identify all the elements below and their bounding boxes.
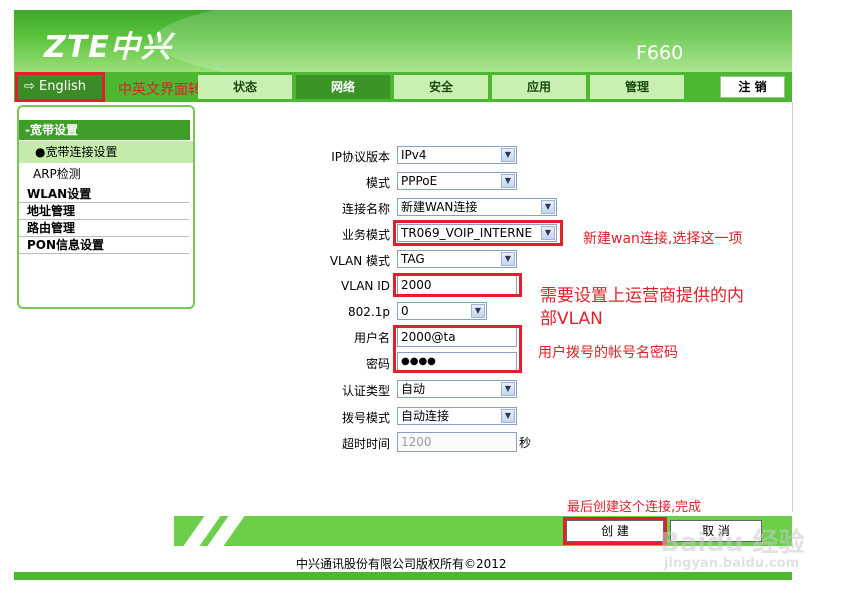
password-label: 密码 [365,357,390,371]
model-name: F660 [636,42,684,64]
timeout-input[interactable]: 1200 [397,432,517,452]
ip-version-label: IP协议版本 [331,150,390,164]
priority-label: 802.1p [348,305,390,319]
baidu-watermark: Baidu 经验 [660,528,805,558]
dial-mode-label: 拨号模式 [341,411,390,425]
language-switch-button[interactable]: ⇨ English [15,72,105,102]
mode-select[interactable]: PPPoE ▼ [397,172,517,190]
chevron-down-icon: ▼ [501,252,515,266]
sidebar-section-broadband[interactable]: -宽带设置 [19,120,190,140]
priority-value: 0 [401,304,409,318]
sidebar-item-broadband-connection[interactable]: ●宽带连接设置 [19,141,193,163]
vlan-note-line1: 需要设置上运营商提供的内 [540,286,744,306]
baidu-watermark-url: jingyan.baidu.com [664,556,800,571]
content-border [792,102,793,512]
account-highlight [393,325,522,373]
zte-logo: ZTE中兴 [44,30,172,65]
priority-select[interactable]: 0 ▼ [397,302,487,320]
chevron-down-icon: ▼ [471,304,485,318]
create-highlight [563,517,667,545]
sidebar-item-routing[interactable]: 路由管理 [19,220,189,237]
tab-network[interactable]: 网络 [296,75,390,99]
auth-type-value: 自动 [401,382,426,396]
conn-name-value: 新建WAN连接 [401,200,478,214]
dial-mode-select[interactable]: 自动连接 ▼ [397,407,517,425]
conn-name-select[interactable]: 新建WAN连接 ▼ [397,198,557,216]
timeout-unit: 秒 [519,436,532,450]
vlan-mode-label: VLAN 模式 [329,254,390,268]
mode-value: PPPoE [401,174,438,188]
service-mode-highlight [393,220,563,246]
tab-application[interactable]: 应用 [492,75,586,99]
vlan-note-line2: 部VLAN [540,309,603,329]
vlan-id-highlight [393,273,522,297]
service-mode-note: 新建wan连接,选择这一项 [583,231,743,247]
auth-type-select[interactable]: 自动 ▼ [397,380,517,398]
vlan-mode-value: TAG [401,252,425,266]
sidebar-item-wlan[interactable]: WLAN设置 [19,186,189,203]
chevron-down-icon: ▼ [501,174,515,188]
chevron-down-icon: ▼ [501,382,515,396]
ip-version-select[interactable]: IPv4 ▼ [397,146,517,164]
sidebar-item-arp[interactable]: ARP检测 [19,166,189,182]
ip-version-value: IPv4 [401,148,427,162]
service-mode-label: 业务模式 [341,228,390,242]
sidebar-item-address[interactable]: 地址管理 [19,203,189,220]
tab-management[interactable]: 管理 [590,75,684,99]
chevron-down-icon: ▼ [541,200,555,214]
mode-label: 模式 [365,176,390,190]
vlan-mode-select[interactable]: TAG ▼ [397,250,517,268]
conn-name-label: 连接名称 [341,202,390,216]
tab-status[interactable]: 状态 [198,75,292,99]
chevron-down-icon: ▼ [501,409,515,423]
auth-type-label: 认证类型 [341,384,390,398]
vlan-id-label: VLAN ID [341,279,390,293]
tab-security[interactable]: 安全 [394,75,488,99]
timeout-label: 超时时间 [341,437,390,451]
copyright-text: 中兴通讯股份有限公司版权所有©2012 [296,557,507,571]
logout-button[interactable]: 注 销 [720,76,785,98]
header-swoosh [154,10,792,72]
sidebar-item-pon[interactable]: PON信息设置 [19,237,189,254]
header-banner: ZTE中兴 F660 [14,10,792,72]
bottom-band [14,572,792,580]
username-label: 用户名 [353,331,390,345]
create-note: 最后创建这个连接,完成 [567,500,702,515]
dial-mode-value: 自动连接 [401,409,450,423]
account-note: 用户拨号的帐号名密码 [538,345,678,361]
chevron-down-icon: ▼ [501,148,515,162]
